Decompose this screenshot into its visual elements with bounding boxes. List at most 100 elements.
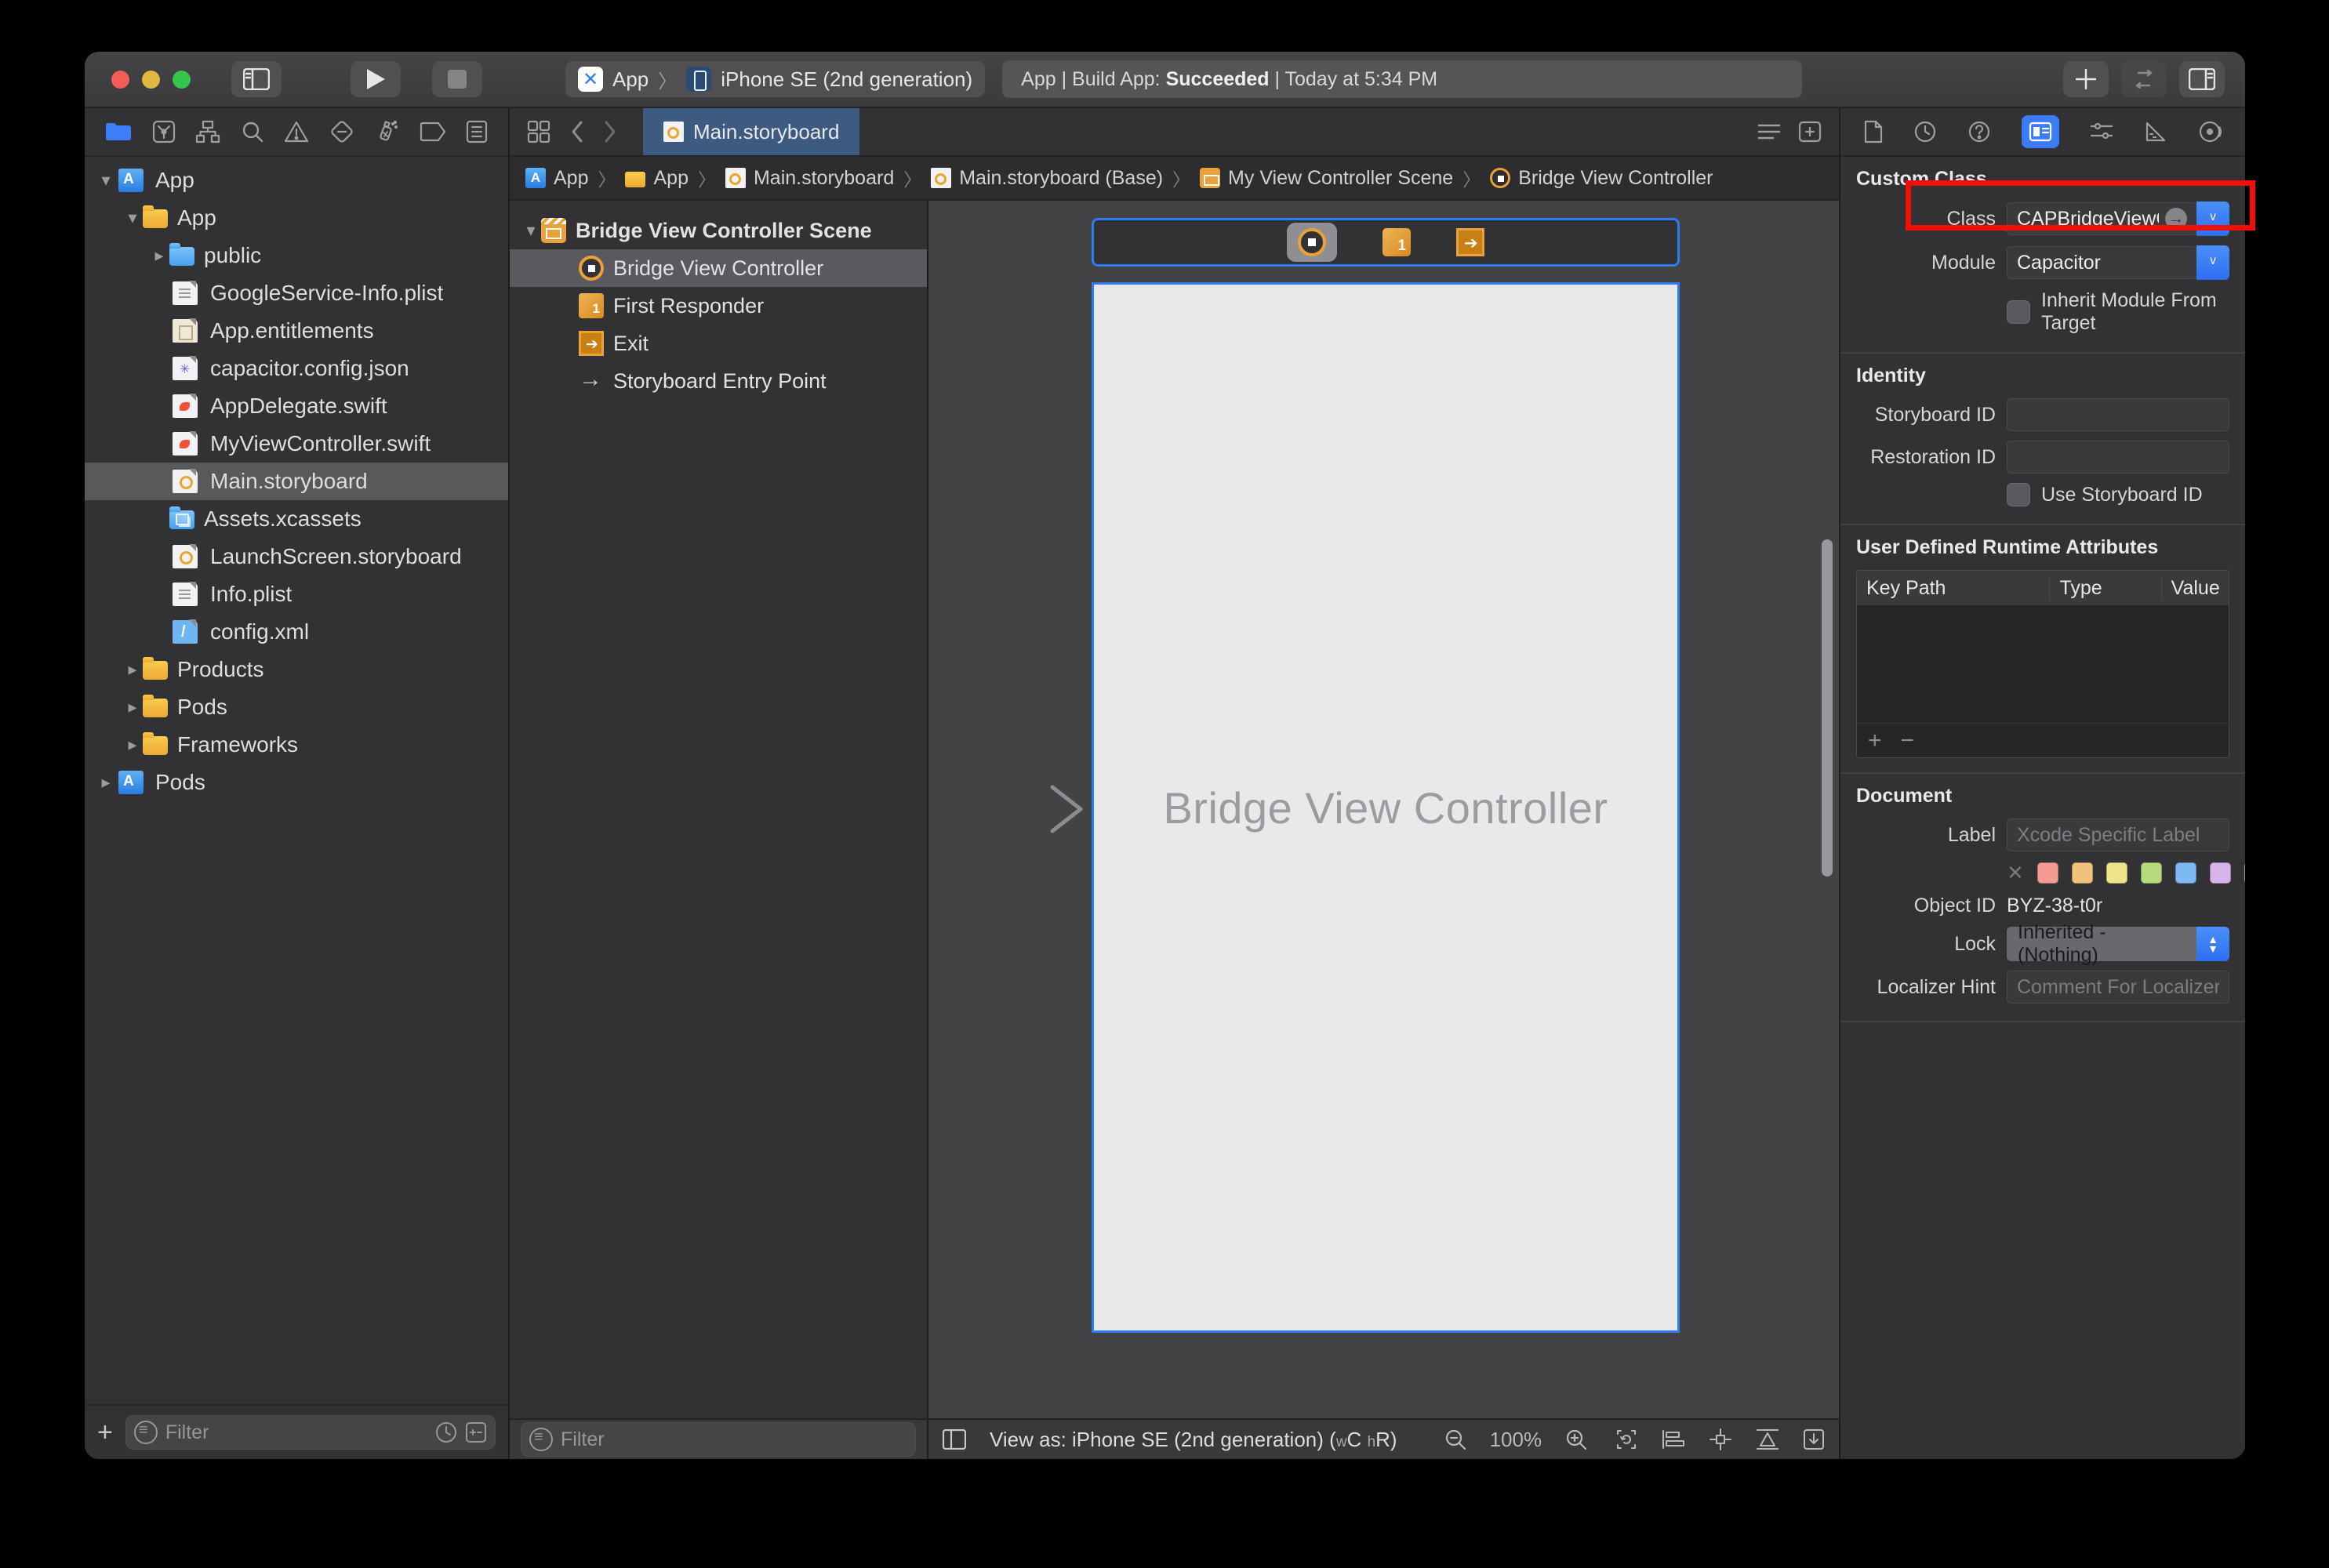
identity-inspector-tab-selected[interactable] xyxy=(2022,115,2059,148)
label-color-none[interactable]: ✕ xyxy=(2007,861,2024,885)
source-control-navigator-icon[interactable] xyxy=(152,120,176,143)
breadcrumb-main-storyboard[interactable]: Main.storyboard xyxy=(725,167,894,190)
issue-navigator-icon[interactable] xyxy=(284,120,309,143)
add-file-icon[interactable]: + xyxy=(97,1417,113,1448)
toggle-navigator-button[interactable] xyxy=(231,61,282,97)
label-color-swatch[interactable] xyxy=(2141,862,2162,884)
find-navigator-icon[interactable] xyxy=(241,120,264,143)
jump-to-class-icon[interactable]: → xyxy=(2165,208,2187,230)
scene-header[interactable]: ▾ Bridge View Controller Scene xyxy=(510,212,927,249)
class-field[interactable]: CAPBridgeViewControl… → xyxy=(2007,202,2197,235)
related-items-icon[interactable] xyxy=(527,120,550,143)
file-row-public[interactable]: ▸public xyxy=(85,237,508,274)
storyboard-entry-arrow[interactable] xyxy=(935,784,1092,834)
document-label-input[interactable] xyxy=(2017,824,2219,847)
navigator-filter-field[interactable] xyxy=(125,1415,496,1450)
breadcrumb-app[interactable]: App xyxy=(525,167,588,190)
code-review-button[interactable] xyxy=(2121,61,2167,97)
help-inspector-icon[interactable] xyxy=(1967,120,1991,143)
localizer-hint-input[interactable] xyxy=(2017,976,2219,999)
debug-navigator-icon[interactable] xyxy=(374,119,399,144)
editor-options-icon[interactable] xyxy=(1757,122,1781,141)
file-row-pods[interactable]: ▸Pods xyxy=(85,764,508,801)
view-controller-dock-selected[interactable] xyxy=(1287,223,1337,262)
remove-attribute-button[interactable]: − xyxy=(1901,728,1915,754)
align-icon[interactable] xyxy=(1662,1429,1685,1450)
use-storyboard-id-checkbox[interactable] xyxy=(2007,483,2030,506)
file-row-frameworks[interactable]: ▸Frameworks xyxy=(85,726,508,764)
view-as-button[interactable]: View as: iPhone SE (2nd generation) (wC … xyxy=(990,1428,1397,1452)
disclosure-triangle[interactable]: ▸ xyxy=(96,772,116,793)
file-row-app[interactable]: ▾App xyxy=(85,162,508,199)
module-dropdown-button[interactable]: ᵛ xyxy=(2196,245,2229,280)
label-color-swatch[interactable] xyxy=(2210,862,2231,884)
breadcrumb-bridge-view-controller[interactable]: Bridge View Controller xyxy=(1490,167,1713,190)
inherit-module-checkbox[interactable] xyxy=(2007,300,2030,324)
disclosure-triangle[interactable]: ▾ xyxy=(96,170,116,191)
outline-filter-field[interactable] xyxy=(521,1422,916,1457)
first-responder-icon[interactable] xyxy=(1383,228,1411,256)
breadcrumb-main-storyboard-base-[interactable]: Main.storyboard (Base) xyxy=(931,167,1163,190)
file-row-googleservice-info-plist[interactable]: GoogleService-Info.plist xyxy=(85,274,508,312)
outline-filter-input[interactable] xyxy=(561,1428,907,1451)
toggle-inspector-button[interactable] xyxy=(2179,61,2225,97)
file-row-app[interactable]: ▾App xyxy=(85,199,508,237)
minimize-window-button[interactable] xyxy=(142,71,160,89)
outline-item-first-responder[interactable]: First Responder xyxy=(510,287,927,325)
stop-button[interactable] xyxy=(432,61,482,97)
file-row-products[interactable]: ▸Products xyxy=(85,651,508,688)
localizer-hint-field[interactable] xyxy=(2007,971,2229,1004)
recents-clock-icon[interactable] xyxy=(435,1421,457,1443)
report-navigator-icon[interactable] xyxy=(466,120,488,143)
class-dropdown-button[interactable]: ᵛ xyxy=(2196,201,2229,236)
zoom-level[interactable]: 100% xyxy=(1490,1428,1542,1452)
view-controller-view[interactable]: Bridge View Controller xyxy=(1092,282,1680,1333)
restoration-id-field[interactable] xyxy=(2007,441,2229,474)
storyboard-canvas[interactable]: Bridge View Controller xyxy=(928,201,1839,1418)
forward-icon[interactable] xyxy=(604,121,616,143)
outline-item-exit[interactable]: Exit xyxy=(510,325,927,362)
outline-item-bridge-view-controller[interactable]: Bridge View Controller xyxy=(510,249,927,287)
add-constraints-icon[interactable] xyxy=(1709,1428,1732,1451)
label-color-swatch[interactable] xyxy=(2106,862,2127,884)
restoration-id-input[interactable] xyxy=(2017,446,2219,469)
storyboard-id-field[interactable] xyxy=(2007,398,2229,431)
document-label-field[interactable] xyxy=(2007,818,2229,851)
disclosure-triangle[interactable]: ▸ xyxy=(149,245,169,266)
exit-icon[interactable] xyxy=(1456,228,1484,256)
outline-item-storyboard-entry-point[interactable]: Storyboard Entry Point xyxy=(510,362,927,400)
project-navigator-icon[interactable] xyxy=(105,121,132,143)
file-row-app-entitlements[interactable]: App.entitlements xyxy=(85,312,508,350)
lock-dropdown-button[interactable]: ▲▼ xyxy=(2196,927,2229,961)
file-row-myviewcontroller-swift[interactable]: MyViewController.swift xyxy=(85,425,508,463)
file-row-config-xml[interactable]: config.xml xyxy=(85,613,508,651)
storyboard-id-input[interactable] xyxy=(2017,404,2219,426)
embed-icon[interactable] xyxy=(1803,1428,1825,1450)
file-row-assets-xcassets[interactable]: Assets.xcassets xyxy=(85,500,508,538)
label-color-swatch[interactable] xyxy=(2175,862,2196,884)
source-control-status-icon[interactable] xyxy=(465,1421,487,1443)
label-color-swatch[interactable] xyxy=(2244,862,2245,884)
close-window-button[interactable] xyxy=(111,71,129,89)
file-row-info-plist[interactable]: Info.plist xyxy=(85,575,508,613)
label-color-swatch[interactable] xyxy=(2037,862,2058,884)
file-row-pods[interactable]: ▸Pods xyxy=(85,688,508,726)
disclosure-triangle[interactable]: ▾ xyxy=(521,220,541,241)
add-editor-icon[interactable] xyxy=(1798,121,1822,143)
canvas-scrollbar[interactable] xyxy=(1822,539,1833,877)
update-frames-icon[interactable] xyxy=(1615,1428,1638,1451)
file-inspector-icon[interactable] xyxy=(1864,120,1883,143)
file-row-appdelegate-swift[interactable]: AppDelegate.swift xyxy=(85,387,508,425)
toggle-outline-icon[interactable] xyxy=(943,1429,966,1450)
disclosure-triangle[interactable]: ▾ xyxy=(122,208,143,228)
zoom-in-icon[interactable] xyxy=(1565,1428,1587,1450)
disclosure-triangle[interactable]: ▸ xyxy=(122,735,143,755)
breakpoint-navigator-icon[interactable] xyxy=(420,122,446,142)
run-button[interactable] xyxy=(351,61,401,97)
breadcrumb-app[interactable]: App xyxy=(625,167,688,190)
module-field[interactable]: Capacitor xyxy=(2007,246,2197,279)
library-button[interactable] xyxy=(2063,61,2109,97)
disclosure-triangle[interactable]: ▸ xyxy=(122,659,143,680)
add-attribute-button[interactable]: + xyxy=(1868,728,1882,754)
disclosure-triangle[interactable]: ▸ xyxy=(122,697,143,717)
